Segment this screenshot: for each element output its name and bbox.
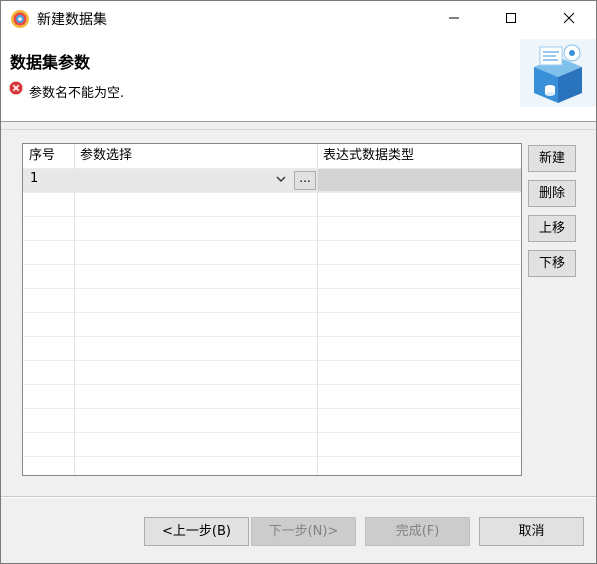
- new-button[interactable]: 新建: [528, 145, 576, 172]
- cancel-button[interactable]: 取消: [479, 517, 584, 546]
- error-message: 参数名不能为空.: [29, 86, 125, 101]
- column-divider: [317, 144, 318, 475]
- error-icon: [9, 81, 23, 95]
- header-separator: [1, 129, 596, 130]
- close-button[interactable]: [546, 1, 592, 35]
- minimize-button[interactable]: [431, 1, 477, 35]
- window-title: 新建数据集: [37, 12, 107, 28]
- title-bar: 新建数据集: [1, 1, 596, 35]
- param-browse-button[interactable]: ...: [294, 171, 316, 190]
- page-title: 数据集参数: [10, 53, 91, 72]
- row-divider: [23, 168, 521, 169]
- row-divider: [23, 336, 521, 337]
- prev-button[interactable]: <上一步(B): [144, 517, 249, 546]
- row-divider: [23, 456, 521, 457]
- wizard-header: 数据集参数 参数名不能为空.: [1, 35, 596, 122]
- row-divider: [23, 360, 521, 361]
- column-header-index[interactable]: 序号: [23, 144, 74, 168]
- maximize-icon: [506, 13, 516, 23]
- column-header-type[interactable]: 表达式数据类型: [317, 144, 521, 168]
- finish-button[interactable]: 完成(F): [365, 517, 470, 546]
- row-divider: [23, 384, 521, 385]
- minimize-icon: [449, 17, 459, 19]
- row-divider: [23, 240, 521, 241]
- move-down-button[interactable]: 下移: [528, 250, 576, 277]
- row-divider: [23, 192, 521, 193]
- dataset-box-icon: [520, 39, 596, 107]
- app-logo-icon: [11, 10, 29, 28]
- delete-button[interactable]: 删除: [528, 180, 576, 207]
- column-header-param[interactable]: 参数选择: [74, 144, 317, 168]
- row-divider: [23, 312, 521, 313]
- move-up-button[interactable]: 上移: [528, 215, 576, 242]
- next-button[interactable]: 下一步(N)>: [251, 517, 356, 546]
- row-divider: [23, 408, 521, 409]
- close-icon: [563, 12, 575, 24]
- footer-separator-highlight: [1, 497, 596, 498]
- chevron-down-icon[interactable]: [274, 172, 288, 186]
- row-divider: [23, 264, 521, 265]
- row-divider: [23, 432, 521, 433]
- row-index-cell: 1: [30, 171, 39, 186]
- parameter-table[interactable]: 序号 参数选择 表达式数据类型 1 ...: [22, 143, 522, 476]
- row-divider: [23, 288, 521, 289]
- type-cell[interactable]: [318, 169, 521, 191]
- maximize-button[interactable]: [488, 1, 534, 35]
- new-dataset-dialog: 新建数据集 数据集参数 参数名不能为空. 序号 参数选择 表达式数据类型 1 .…: [0, 0, 597, 564]
- column-divider: [74, 144, 75, 475]
- row-divider: [23, 216, 521, 217]
